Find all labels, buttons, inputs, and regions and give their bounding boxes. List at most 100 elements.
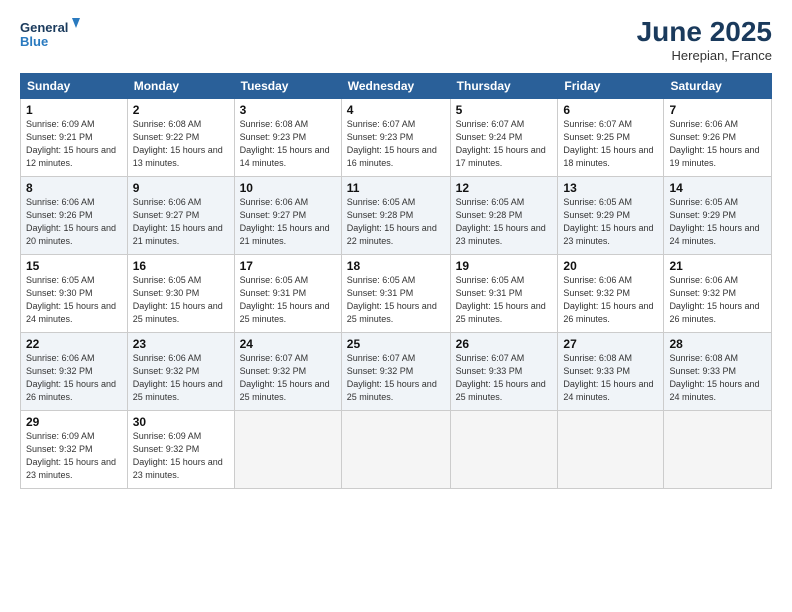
day-info: Sunrise: 6:05 AMSunset: 9:31 PMDaylight:… [347, 275, 437, 324]
day-info: Sunrise: 6:06 AMSunset: 9:32 PMDaylight:… [669, 275, 759, 324]
day-info: Sunrise: 6:09 AMSunset: 9:32 PMDaylight:… [133, 431, 223, 480]
day-info: Sunrise: 6:08 AMSunset: 9:23 PMDaylight:… [240, 119, 330, 168]
calendar-cell: 5 Sunrise: 6:07 AMSunset: 9:24 PMDayligh… [450, 99, 558, 177]
day-number: 29 [26, 415, 122, 429]
day-info: Sunrise: 6:05 AMSunset: 9:28 PMDaylight:… [347, 197, 437, 246]
day-info: Sunrise: 6:05 AMSunset: 9:31 PMDaylight:… [240, 275, 330, 324]
day-number: 27 [563, 337, 658, 351]
day-info: Sunrise: 6:07 AMSunset: 9:24 PMDaylight:… [456, 119, 546, 168]
page: General Blue June 2025 Herepian, France … [0, 0, 792, 612]
calendar-cell [558, 411, 664, 489]
logo-svg: General Blue [20, 16, 80, 52]
day-number: 10 [240, 181, 336, 195]
calendar-cell: 2 Sunrise: 6:08 AMSunset: 9:22 PMDayligh… [127, 99, 234, 177]
day-info: Sunrise: 6:05 AMSunset: 9:28 PMDaylight:… [456, 197, 546, 246]
day-number: 26 [456, 337, 553, 351]
day-info: Sunrise: 6:06 AMSunset: 9:26 PMDaylight:… [669, 119, 759, 168]
calendar-cell: 25 Sunrise: 6:07 AMSunset: 9:32 PMDaylig… [341, 333, 450, 411]
calendar-cell: 19 Sunrise: 6:05 AMSunset: 9:31 PMDaylig… [450, 255, 558, 333]
weekday-header-sunday: Sunday [21, 74, 128, 99]
calendar-cell [450, 411, 558, 489]
weekday-header-saturday: Saturday [664, 74, 772, 99]
day-number: 15 [26, 259, 122, 273]
calendar-cell: 26 Sunrise: 6:07 AMSunset: 9:33 PMDaylig… [450, 333, 558, 411]
calendar-cell: 15 Sunrise: 6:05 AMSunset: 9:30 PMDaylig… [21, 255, 128, 333]
day-info: Sunrise: 6:05 AMSunset: 9:31 PMDaylight:… [456, 275, 546, 324]
weekday-header-tuesday: Tuesday [234, 74, 341, 99]
calendar-cell: 4 Sunrise: 6:07 AMSunset: 9:23 PMDayligh… [341, 99, 450, 177]
calendar-cell [341, 411, 450, 489]
calendar-cell: 27 Sunrise: 6:08 AMSunset: 9:33 PMDaylig… [558, 333, 664, 411]
weekday-header-friday: Friday [558, 74, 664, 99]
weekday-header-thursday: Thursday [450, 74, 558, 99]
calendar-cell: 9 Sunrise: 6:06 AMSunset: 9:27 PMDayligh… [127, 177, 234, 255]
day-number: 4 [347, 103, 445, 117]
day-info: Sunrise: 6:07 AMSunset: 9:32 PMDaylight:… [240, 353, 330, 402]
day-info: Sunrise: 6:09 AMSunset: 9:21 PMDaylight:… [26, 119, 116, 168]
calendar-cell: 22 Sunrise: 6:06 AMSunset: 9:32 PMDaylig… [21, 333, 128, 411]
calendar-cell: 17 Sunrise: 6:05 AMSunset: 9:31 PMDaylig… [234, 255, 341, 333]
calendar-cell: 7 Sunrise: 6:06 AMSunset: 9:26 PMDayligh… [664, 99, 772, 177]
calendar-cell [234, 411, 341, 489]
day-number: 30 [133, 415, 229, 429]
location: Herepian, France [637, 48, 772, 63]
header: General Blue June 2025 Herepian, France [20, 16, 772, 63]
calendar-cell: 14 Sunrise: 6:05 AMSunset: 9:29 PMDaylig… [664, 177, 772, 255]
calendar-cell [664, 411, 772, 489]
day-number: 19 [456, 259, 553, 273]
day-number: 3 [240, 103, 336, 117]
day-number: 7 [669, 103, 766, 117]
calendar-cell: 8 Sunrise: 6:06 AMSunset: 9:26 PMDayligh… [21, 177, 128, 255]
title-block: June 2025 Herepian, France [637, 16, 772, 63]
day-number: 8 [26, 181, 122, 195]
day-number: 13 [563, 181, 658, 195]
svg-text:Blue: Blue [20, 34, 48, 49]
day-number: 12 [456, 181, 553, 195]
weekday-header-wednesday: Wednesday [341, 74, 450, 99]
calendar-cell: 18 Sunrise: 6:05 AMSunset: 9:31 PMDaylig… [341, 255, 450, 333]
calendar-cell: 12 Sunrise: 6:05 AMSunset: 9:28 PMDaylig… [450, 177, 558, 255]
calendar-cell: 29 Sunrise: 6:09 AMSunset: 9:32 PMDaylig… [21, 411, 128, 489]
day-info: Sunrise: 6:05 AMSunset: 9:29 PMDaylight:… [669, 197, 759, 246]
day-number: 17 [240, 259, 336, 273]
day-number: 24 [240, 337, 336, 351]
day-info: Sunrise: 6:05 AMSunset: 9:30 PMDaylight:… [26, 275, 116, 324]
calendar-cell: 6 Sunrise: 6:07 AMSunset: 9:25 PMDayligh… [558, 99, 664, 177]
day-number: 25 [347, 337, 445, 351]
calendar-cell: 16 Sunrise: 6:05 AMSunset: 9:30 PMDaylig… [127, 255, 234, 333]
calendar-table: SundayMondayTuesdayWednesdayThursdayFrid… [20, 73, 772, 489]
month-title: June 2025 [637, 16, 772, 48]
day-number: 5 [456, 103, 553, 117]
day-number: 2 [133, 103, 229, 117]
calendar-cell: 23 Sunrise: 6:06 AMSunset: 9:32 PMDaylig… [127, 333, 234, 411]
day-number: 22 [26, 337, 122, 351]
day-number: 23 [133, 337, 229, 351]
calendar-cell: 28 Sunrise: 6:08 AMSunset: 9:33 PMDaylig… [664, 333, 772, 411]
day-info: Sunrise: 6:06 AMSunset: 9:26 PMDaylight:… [26, 197, 116, 246]
day-info: Sunrise: 6:06 AMSunset: 9:32 PMDaylight:… [563, 275, 653, 324]
day-info: Sunrise: 6:07 AMSunset: 9:23 PMDaylight:… [347, 119, 437, 168]
day-info: Sunrise: 6:05 AMSunset: 9:29 PMDaylight:… [563, 197, 653, 246]
day-info: Sunrise: 6:08 AMSunset: 9:22 PMDaylight:… [133, 119, 223, 168]
calendar-cell: 30 Sunrise: 6:09 AMSunset: 9:32 PMDaylig… [127, 411, 234, 489]
calendar-cell: 21 Sunrise: 6:06 AMSunset: 9:32 PMDaylig… [664, 255, 772, 333]
weekday-header-monday: Monday [127, 74, 234, 99]
logo: General Blue [20, 16, 80, 52]
calendar-cell: 24 Sunrise: 6:07 AMSunset: 9:32 PMDaylig… [234, 333, 341, 411]
day-number: 1 [26, 103, 122, 117]
svg-text:General: General [20, 20, 68, 35]
day-info: Sunrise: 6:06 AMSunset: 9:32 PMDaylight:… [26, 353, 116, 402]
day-number: 20 [563, 259, 658, 273]
calendar-cell: 1 Sunrise: 6:09 AMSunset: 9:21 PMDayligh… [21, 99, 128, 177]
day-info: Sunrise: 6:06 AMSunset: 9:32 PMDaylight:… [133, 353, 223, 402]
calendar-cell: 13 Sunrise: 6:05 AMSunset: 9:29 PMDaylig… [558, 177, 664, 255]
day-number: 18 [347, 259, 445, 273]
day-number: 16 [133, 259, 229, 273]
calendar-cell: 10 Sunrise: 6:06 AMSunset: 9:27 PMDaylig… [234, 177, 341, 255]
day-info: Sunrise: 6:09 AMSunset: 9:32 PMDaylight:… [26, 431, 116, 480]
calendar-cell: 3 Sunrise: 6:08 AMSunset: 9:23 PMDayligh… [234, 99, 341, 177]
calendar-cell: 20 Sunrise: 6:06 AMSunset: 9:32 PMDaylig… [558, 255, 664, 333]
day-number: 28 [669, 337, 766, 351]
day-info: Sunrise: 6:06 AMSunset: 9:27 PMDaylight:… [133, 197, 223, 246]
calendar-cell: 11 Sunrise: 6:05 AMSunset: 9:28 PMDaylig… [341, 177, 450, 255]
